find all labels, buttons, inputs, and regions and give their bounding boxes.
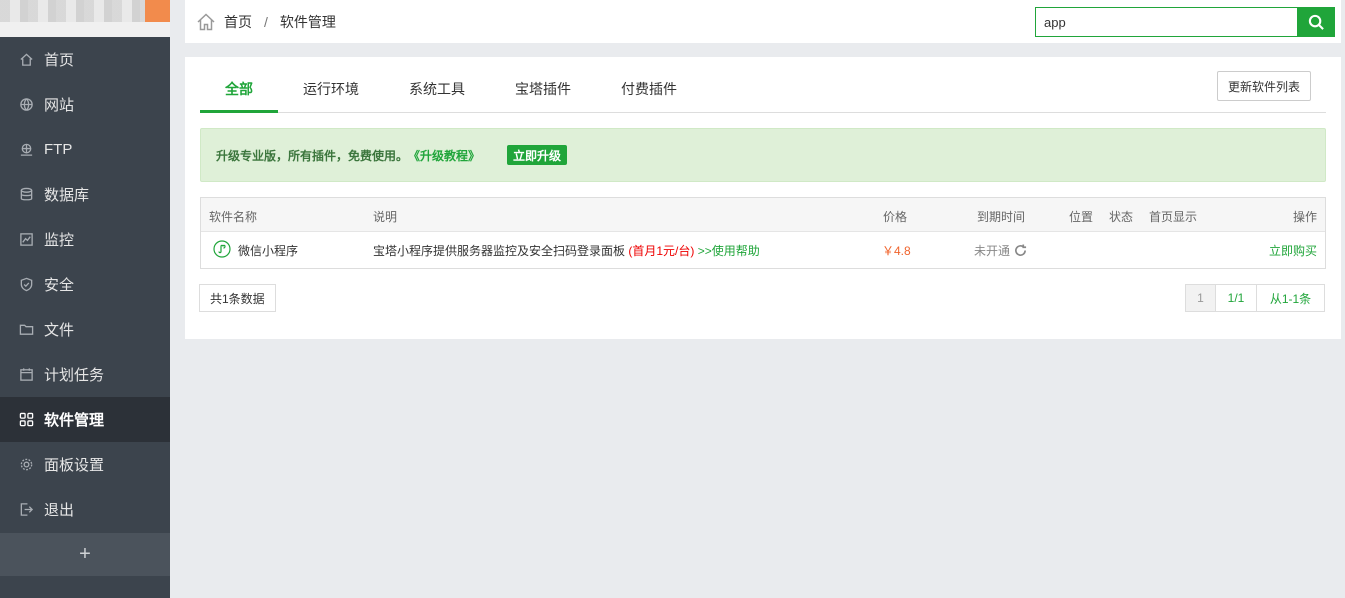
column-header: 状态 <box>1109 210 1134 224</box>
column-header: 位置 <box>1069 210 1094 224</box>
monitor-icon <box>18 232 34 248</box>
breadcrumb-home[interactable]: 首页 <box>224 12 252 32</box>
category-tabs: 全部 运行环境 系统工具 宝塔插件 付费插件 更新软件列表 <box>200 57 1326 113</box>
pagination: 1 1/1 从1-1条 <box>1185 284 1325 312</box>
buy-now-link[interactable]: 立即购买 <box>1269 242 1317 259</box>
upgrade-now-button[interactable]: 立即升级 <box>507 145 568 165</box>
sidebar-item-label: 退出 <box>44 502 75 519</box>
upgrade-tutorial-link[interactable]: 《升级教程》 <box>408 147 480 164</box>
sidebar-item-security[interactable]: 安全 <box>0 262 170 307</box>
software-name: 微信小程序 <box>238 244 299 258</box>
sidebar-item-home[interactable]: 首页 <box>0 37 170 82</box>
add-menu-button[interactable]: + <box>0 533 170 576</box>
expire-text: 未开通 <box>974 244 1011 258</box>
sidebar-nav: 首页 网站 FTP 数据库 监控 安全 文件 计划任务 软件管理 面板设置 退出 <box>0 37 170 532</box>
tab-paid-plugins[interactable]: 付费插件 <box>621 79 677 99</box>
page-count: 1/1 <box>1216 284 1257 312</box>
software-description: 宝塔小程序提供服务器监控及安全扫码登录面板 (首月1元/台) >>使用帮助 <box>373 242 760 259</box>
sidebar-item-label: 首页 <box>44 52 75 69</box>
home-icon <box>18 52 34 68</box>
sidebar-item-settings[interactable]: 面板设置 <box>0 442 170 487</box>
sidebar-item-website[interactable]: 网站 <box>0 82 170 127</box>
notice-text: 升级专业版，所有插件，免费使用。 <box>216 148 409 163</box>
tab-system-tools[interactable]: 系统工具 <box>409 79 465 99</box>
description-text: 宝塔小程序提供服务器监控及安全扫码登录面板 <box>373 244 626 258</box>
sidebar-item-software[interactable]: 软件管理 <box>0 397 170 442</box>
home-icon[interactable] <box>196 12 216 32</box>
breadcrumb-separator: / <box>264 13 268 30</box>
tab-runtime[interactable]: 运行环境 <box>303 79 359 99</box>
top-bar: 首页 / 软件管理 <box>185 0 1341 43</box>
logo <box>0 0 170 37</box>
sidebar-item-label: 数据库 <box>44 187 90 204</box>
update-software-list-button[interactable]: 更新软件列表 <box>1216 71 1311 101</box>
search-input[interactable] <box>1035 7 1297 37</box>
sidebar-item-files[interactable]: 文件 <box>0 307 170 352</box>
shield-icon <box>18 277 34 293</box>
column-header: 首页显示 <box>1149 210 1198 224</box>
upgrade-notice: 升级专业版，所有插件，免费使用。 《升级教程》 立即升级 <box>200 128 1326 182</box>
sidebar-item-label: 软件管理 <box>44 412 105 429</box>
search-button[interactable] <box>1297 7 1335 37</box>
sidebar-item-label: FTP <box>44 141 73 158</box>
tab-bt-plugins[interactable]: 宝塔插件 <box>515 79 571 99</box>
sidebar-item-label: 网站 <box>44 97 75 114</box>
sidebar-item-label: 文件 <box>44 322 75 339</box>
gear-icon <box>18 457 34 473</box>
current-page: 1 <box>1185 284 1216 312</box>
search-icon <box>1308 14 1324 30</box>
sidebar-item-logout[interactable]: 退出 <box>0 487 170 532</box>
expire-status: 未开通 <box>974 242 1027 259</box>
sidebar-item-label: 安全 <box>44 277 75 294</box>
database-icon <box>18 187 34 203</box>
apps-icon <box>18 412 34 428</box>
column-header: 到期时间 <box>977 210 1026 224</box>
usage-help-link[interactable]: >>使用帮助 <box>698 244 760 258</box>
search-box <box>1035 7 1335 37</box>
ftp-icon <box>18 142 34 158</box>
sidebar-item-monitor[interactable]: 监控 <box>0 217 170 262</box>
folder-icon <box>18 322 34 338</box>
active-tab-indicator <box>200 110 278 113</box>
total-count: 共1条数据 <box>199 284 276 312</box>
promo-price-text: (首月1元/台) <box>628 244 695 258</box>
table-row: 微信小程序 宝塔小程序提供服务器监控及安全扫码登录面板 (首月1元/台) >>使… <box>201 232 1325 268</box>
sidebar: 首页 网站 FTP 数据库 监控 安全 文件 计划任务 软件管理 面板设置 退出… <box>0 0 170 598</box>
table-header: 软件名称 说明 价格 到期时间 位置 状态 首页显示 操作 <box>201 198 1325 232</box>
sidebar-item-label: 计划任务 <box>44 367 105 384</box>
record-range: 从1-1条 <box>1257 284 1325 312</box>
column-header: 操作 <box>1292 210 1317 224</box>
wechat-miniprogram-icon <box>213 240 231 258</box>
column-header: 说明 <box>373 210 398 224</box>
sidebar-item-ftp[interactable]: FTP <box>0 127 170 172</box>
sidebar-item-cron[interactable]: 计划任务 <box>0 352 170 397</box>
sidebar-item-label: 面板设置 <box>44 457 105 474</box>
software-price: ￥4.8 <box>882 244 911 258</box>
sidebar-item-label: 监控 <box>44 232 75 249</box>
calendar-icon <box>18 367 34 383</box>
column-header: 软件名称 <box>209 210 258 224</box>
breadcrumb-current: 软件管理 <box>279 13 336 30</box>
column-header: 价格 <box>883 210 908 224</box>
software-table: 软件名称 说明 价格 到期时间 位置 状态 首页显示 操作 微信小程序 宝塔小程… <box>200 197 1326 269</box>
logout-icon <box>18 502 34 518</box>
sidebar-item-database[interactable]: 数据库 <box>0 172 170 217</box>
globe-icon <box>18 97 34 113</box>
tab-all[interactable]: 全部 <box>225 79 253 99</box>
refresh-icon[interactable] <box>1014 244 1027 257</box>
software-panel: 全部 运行环境 系统工具 宝塔插件 付费插件 更新软件列表 升级专业版，所有插件… <box>185 57 1341 339</box>
